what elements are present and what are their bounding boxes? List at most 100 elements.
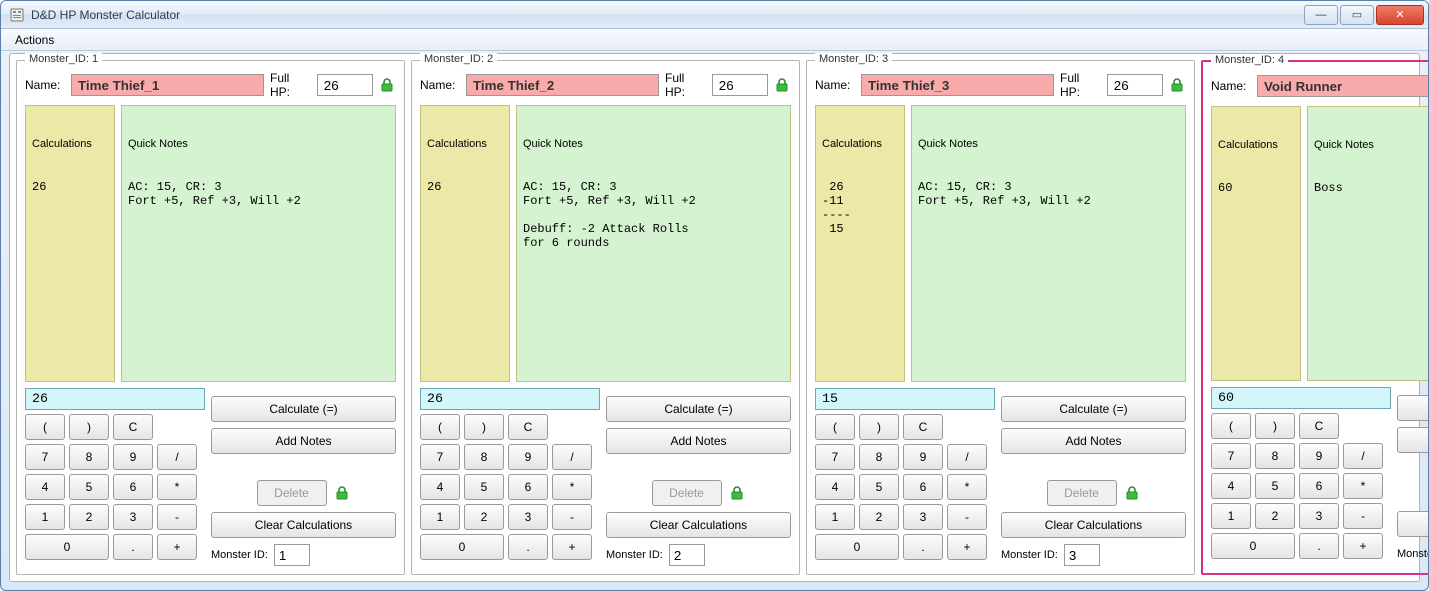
- key-1[interactable]: 1: [815, 504, 855, 530]
- monsterid-input[interactable]: [274, 544, 310, 566]
- delete-button[interactable]: Delete: [257, 480, 327, 506]
- menu-actions[interactable]: Actions: [7, 31, 62, 49]
- key-multiply[interactable]: *: [552, 474, 592, 500]
- clearcalc-button[interactable]: Clear Calculations: [606, 512, 791, 538]
- key-7[interactable]: 7: [1211, 443, 1251, 469]
- fullhp-input[interactable]: [712, 74, 768, 96]
- key-dot[interactable]: .: [1299, 533, 1339, 559]
- key-1[interactable]: 1: [1211, 503, 1251, 529]
- key-multiply[interactable]: *: [157, 474, 197, 500]
- key-8[interactable]: 8: [1255, 443, 1295, 469]
- display-input[interactable]: [25, 388, 205, 410]
- key-multiply[interactable]: *: [947, 474, 987, 500]
- key-9[interactable]: 9: [1299, 443, 1339, 469]
- display-input[interactable]: [1211, 387, 1391, 409]
- key-clear[interactable]: C: [903, 414, 943, 440]
- delete-button[interactable]: Delete: [1047, 480, 1117, 506]
- minimize-button[interactable]: —: [1304, 5, 1338, 25]
- key-4[interactable]: 4: [815, 474, 855, 500]
- key-add[interactable]: +: [947, 534, 987, 560]
- key-7[interactable]: 7: [420, 444, 460, 470]
- name-input[interactable]: [71, 74, 264, 96]
- name-input[interactable]: [861, 74, 1054, 96]
- delete-lock-icon[interactable]: [333, 484, 351, 502]
- key-4[interactable]: 4: [25, 474, 65, 500]
- key-9[interactable]: 9: [903, 444, 943, 470]
- key-divide[interactable]: /: [552, 444, 592, 470]
- fullhp-input[interactable]: [317, 74, 373, 96]
- key-lparen[interactable]: (: [815, 414, 855, 440]
- key-subtract[interactable]: -: [947, 504, 987, 530]
- key-3[interactable]: 3: [508, 504, 548, 530]
- lock-icon[interactable]: [379, 76, 396, 94]
- clearcalc-button[interactable]: Clear Calculations: [211, 512, 396, 538]
- key-3[interactable]: 3: [1299, 503, 1339, 529]
- key-8[interactable]: 8: [859, 444, 899, 470]
- key-divide[interactable]: /: [947, 444, 987, 470]
- key-5[interactable]: 5: [1255, 473, 1295, 499]
- key-0[interactable]: 0: [420, 534, 504, 560]
- lock-icon[interactable]: [1169, 76, 1186, 94]
- key-rparen[interactable]: ): [1255, 413, 1295, 439]
- key-7[interactable]: 7: [815, 444, 855, 470]
- display-input[interactable]: [815, 388, 995, 410]
- key-2[interactable]: 2: [464, 504, 504, 530]
- key-0[interactable]: 0: [25, 534, 109, 560]
- key-1[interactable]: 1: [25, 504, 65, 530]
- key-rparen[interactable]: ): [859, 414, 899, 440]
- key-dot[interactable]: .: [903, 534, 943, 560]
- key-clear[interactable]: C: [113, 414, 153, 440]
- key-dot[interactable]: .: [113, 534, 153, 560]
- key-4[interactable]: 4: [1211, 473, 1251, 499]
- key-0[interactable]: 0: [815, 534, 899, 560]
- key-3[interactable]: 3: [113, 504, 153, 530]
- quicknotes-box[interactable]: Quick Notes Boss: [1307, 106, 1429, 381]
- fullhp-input[interactable]: [1107, 74, 1163, 96]
- key-multiply[interactable]: *: [1343, 473, 1383, 499]
- lock-icon[interactable]: [774, 76, 791, 94]
- maximize-button[interactable]: ▭: [1340, 5, 1374, 25]
- delete-button[interactable]: Delete: [652, 480, 722, 506]
- calculations-box[interactable]: Calculations 26 -11 ---- 15: [815, 105, 905, 382]
- monsterid-input[interactable]: [1064, 544, 1100, 566]
- clearcalc-button[interactable]: Clear Calculations: [1001, 512, 1186, 538]
- key-2[interactable]: 2: [1255, 503, 1295, 529]
- key-0[interactable]: 0: [1211, 533, 1295, 559]
- close-button[interactable]: ✕: [1376, 5, 1424, 25]
- key-6[interactable]: 6: [1299, 473, 1339, 499]
- calculate-button[interactable]: Calculate (=): [211, 396, 396, 422]
- addnotes-button[interactable]: Add Notes: [606, 428, 791, 454]
- key-add[interactable]: +: [157, 534, 197, 560]
- key-lparen[interactable]: (: [420, 414, 460, 440]
- key-1[interactable]: 1: [420, 504, 460, 530]
- key-8[interactable]: 8: [69, 444, 109, 470]
- key-6[interactable]: 6: [113, 474, 153, 500]
- key-divide[interactable]: /: [1343, 443, 1383, 469]
- display-input[interactable]: [420, 388, 600, 410]
- addnotes-button[interactable]: Add Notes: [1001, 428, 1186, 454]
- key-3[interactable]: 3: [903, 504, 943, 530]
- key-rparen[interactable]: ): [69, 414, 109, 440]
- key-add[interactable]: +: [552, 534, 592, 560]
- key-rparen[interactable]: ): [464, 414, 504, 440]
- calculate-button[interactable]: Calculate (=): [606, 396, 791, 422]
- calculate-button[interactable]: Calculate (=): [1397, 395, 1429, 421]
- addnotes-button[interactable]: Add Notes: [211, 428, 396, 454]
- calculations-box[interactable]: Calculations 26: [420, 105, 510, 382]
- key-6[interactable]: 6: [903, 474, 943, 500]
- calculate-button[interactable]: Calculate (=): [1001, 396, 1186, 422]
- key-5[interactable]: 5: [69, 474, 109, 500]
- key-7[interactable]: 7: [25, 444, 65, 470]
- name-input[interactable]: [1257, 75, 1429, 97]
- quicknotes-box[interactable]: Quick Notes AC: 15, CR: 3 Fort +5, Ref +…: [911, 105, 1186, 382]
- quicknotes-box[interactable]: Quick Notes AC: 15, CR: 3 Fort +5, Ref +…: [121, 105, 396, 382]
- key-lparen[interactable]: (: [1211, 413, 1251, 439]
- key-6[interactable]: 6: [508, 474, 548, 500]
- key-2[interactable]: 2: [69, 504, 109, 530]
- key-4[interactable]: 4: [420, 474, 460, 500]
- key-divide[interactable]: /: [157, 444, 197, 470]
- key-5[interactable]: 5: [464, 474, 504, 500]
- key-9[interactable]: 9: [113, 444, 153, 470]
- addnotes-button[interactable]: Add Notes: [1397, 427, 1429, 453]
- delete-lock-icon[interactable]: [728, 484, 746, 502]
